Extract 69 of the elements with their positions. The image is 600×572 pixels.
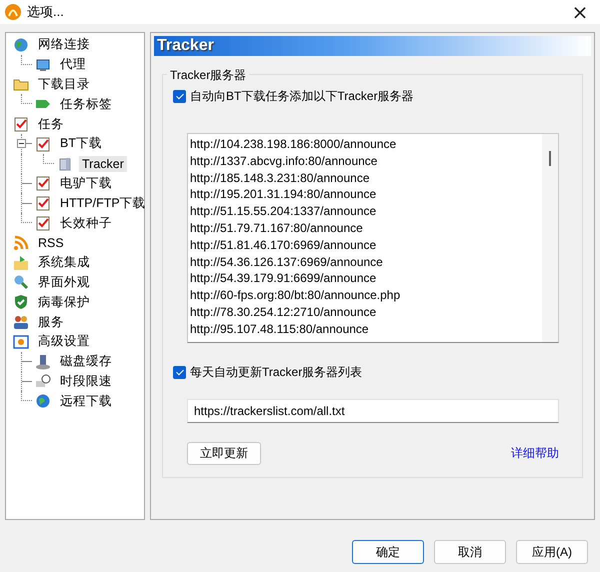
- list-item[interactable]: http://1337.abcvg.info:80/announce: [190, 152, 542, 170]
- tree-item[interactable]: Tracker: [79, 156, 127, 172]
- scrollbar-thumb[interactable]: [549, 151, 551, 166]
- tree-item[interactable]: 高级设置: [35, 332, 93, 352]
- list-item[interactable]: http://95.107.48.115:80/announce: [190, 320, 542, 338]
- help-link[interactable]: 详细帮助: [511, 445, 559, 462]
- tree-item[interactable]: 电驴下载: [57, 174, 115, 193]
- tree-item[interactable]: RSS: [35, 234, 67, 251]
- checkbox-label: 每天自动更新Tracker服务器列表: [190, 364, 362, 380]
- tree-item[interactable]: 网络连接: [35, 35, 93, 54]
- list-item[interactable]: http://185.148.3.231:80/announce: [190, 170, 542, 186]
- globe-icon: [13, 36, 29, 53]
- app-logo-icon: [4, 3, 22, 21]
- collapse-icon[interactable]: [17, 138, 26, 148]
- tree-item[interactable]: 代理: [57, 55, 89, 74]
- checkbox-label: 自动向BT下载任务添加以下Tracker服务器: [190, 88, 414, 104]
- tree-item[interactable]: HTTP/FTP下载: [57, 194, 149, 213]
- dialog-button[interactable]: 确定: [352, 540, 424, 564]
- list-item[interactable]: http://195.201.31.194:80/announce: [190, 186, 542, 204]
- tree-item[interactable]: 服务: [35, 312, 67, 332]
- clipboard-icon: [35, 136, 51, 152]
- update-button[interactable]: 立即更新: [187, 442, 261, 465]
- window-title: 选项...: [27, 3, 65, 21]
- clipboard-icon: [13, 116, 29, 132]
- group-title: Tracker服务器: [167, 67, 250, 84]
- tree-item[interactable]: 时段限速: [57, 372, 115, 391]
- tree-item[interactable]: 下载目录: [35, 74, 93, 94]
- monitor-icon: [35, 56, 51, 73]
- list-item[interactable]: http://78.30.254.12:2710/announce: [190, 304, 542, 321]
- tree-item[interactable]: 界面外观: [35, 272, 93, 292]
- tree-item[interactable]: 系统集成: [35, 253, 93, 272]
- clipboard-icon: [35, 215, 51, 232]
- globe-icon: [35, 393, 51, 410]
- list-item[interactable]: http://60-fps.org:80/bt:80/announce.php: [190, 287, 542, 304]
- list-item[interactable]: http://51.15.55.204:1337/announce: [190, 203, 542, 220]
- clipboard-icon: [35, 195, 51, 212]
- tree-item[interactable]: 远程下载: [57, 392, 115, 411]
- list-item[interactable]: http://51.81.46.170:6969/announce: [190, 236, 542, 254]
- list-item[interactable]: http://54.36.126.137:6969/announce: [190, 254, 542, 270]
- magnifier-icon: [13, 274, 29, 290]
- server-icon: [57, 156, 73, 172]
- page-header: Tracker: [154, 36, 591, 56]
- tree-connector: [21, 94, 32, 104]
- shield-icon: [13, 294, 29, 310]
- dialog-button[interactable]: 应用(A): [516, 540, 588, 564]
- tree-connector: [43, 154, 54, 164]
- people-icon: [13, 314, 29, 330]
- disk-icon: [35, 354, 51, 370]
- checkbox[interactable]: [173, 366, 186, 378]
- clipboard-icon: [35, 175, 51, 192]
- tree-item[interactable]: 病毒保护: [35, 292, 93, 312]
- window-icon: [13, 334, 29, 350]
- list-item[interactable]: http://51.79.71.167:80/announce: [190, 220, 542, 237]
- tree-line: [21, 154, 22, 174]
- dialog-button[interactable]: 取消: [434, 540, 506, 564]
- close-button[interactable]: ×: [560, 0, 600, 24]
- rss-icon: [13, 234, 29, 251]
- tree-item[interactable]: 任务标签: [57, 94, 115, 114]
- tree-item[interactable]: 磁盘缓存: [57, 352, 115, 372]
- list-item[interactable]: http://54.39.179.91:6699/announce: [190, 270, 542, 288]
- folder-icon: [13, 254, 29, 271]
- checkbox[interactable]: [173, 90, 186, 102]
- list-item[interactable]: http://104.238.198.186:8000/announce: [190, 136, 542, 153]
- scrollbar[interactable]: [542, 134, 558, 342]
- tree-item[interactable]: 任务: [35, 114, 67, 134]
- tree-item[interactable]: 长效种子: [57, 214, 115, 233]
- tree-item[interactable]: BT下载: [57, 134, 105, 154]
- url-field[interactable]: https://trackerslist.com/all.txt: [187, 399, 559, 423]
- tree-connector: [21, 54, 32, 65]
